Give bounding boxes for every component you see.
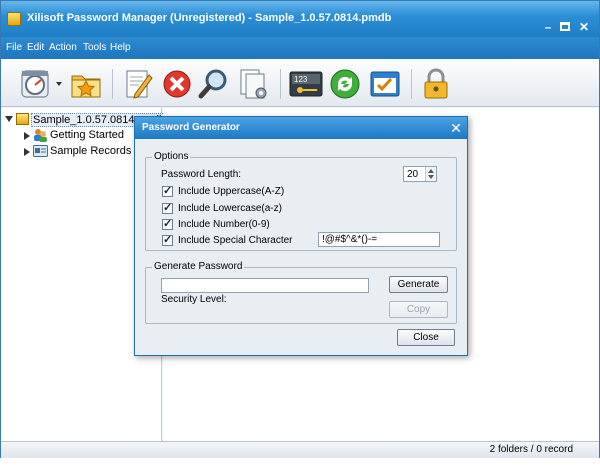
maximize-icon	[560, 22, 570, 31]
edit-icon	[126, 70, 153, 99]
options-button[interactable]	[368, 67, 402, 101]
special-checkbox[interactable]	[162, 233, 173, 246]
copy-button[interactable]: Copy	[389, 301, 448, 318]
number-label: Include Number(0-9)	[178, 219, 270, 230]
tree-item-label: Getting Started	[50, 129, 124, 141]
status-bar: 2 folders / 0 record	[1, 441, 599, 458]
users-icon	[34, 129, 47, 142]
password-generator-icon: 123	[289, 71, 323, 97]
status-text: 2 folders / 0 record	[489, 444, 573, 455]
menu-tools[interactable]: Tools	[83, 42, 106, 53]
maximize-button[interactable]	[558, 21, 572, 33]
tree-item-label: Sample Records	[50, 145, 132, 157]
security-level-label: Security Level:	[161, 294, 227, 305]
menu-action[interactable]: Action	[49, 42, 77, 53]
properties-button[interactable]	[237, 67, 271, 101]
search-button[interactable]	[197, 67, 231, 101]
lowercase-label: Include Lowercase(a-z)	[178, 203, 282, 214]
minimize-button[interactable]: –	[541, 21, 555, 33]
app-icon	[7, 12, 21, 26]
password-generator-dialog: Password Generator ✕ Options Password Le…	[134, 116, 468, 356]
special-characters-field[interactable]: !@#$^&*()-=	[318, 232, 440, 247]
lock-icon	[424, 68, 448, 99]
options-group: Options Password Length: 20 Include Uppe…	[145, 151, 457, 251]
stepper-arrows[interactable]	[425, 167, 436, 181]
card-icon	[33, 145, 48, 157]
close-button[interactable]: Close	[397, 329, 455, 346]
sync-icon	[330, 69, 360, 99]
open-database-icon	[21, 70, 49, 98]
stepper-up-icon[interactable]	[428, 169, 434, 173]
stepper-down-icon[interactable]	[428, 175, 434, 179]
password-generator-button[interactable]: 123	[288, 67, 324, 101]
options-legend: Options	[152, 151, 191, 162]
menu-help[interactable]: Help	[110, 42, 131, 53]
number-checkbox[interactable]	[162, 217, 173, 230]
special-label: Include Special Character	[178, 235, 293, 246]
expand-icon[interactable]	[24, 148, 30, 156]
database-icon	[16, 113, 29, 125]
uppercase-checkbox[interactable]	[162, 184, 173, 197]
generated-password-field[interactable]	[161, 278, 369, 293]
dialog-title-bar[interactable]: Password Generator ✕	[135, 117, 467, 139]
favorites-icon	[71, 75, 101, 98]
password-length-stepper[interactable]: 20	[403, 166, 437, 182]
window-title: Xilisoft Password Manager (Unregistered)…	[27, 12, 392, 24]
toolbar-separator	[411, 69, 412, 99]
options-icon	[370, 71, 400, 97]
sync-button[interactable]	[328, 67, 362, 101]
search-icon	[198, 69, 227, 99]
properties-icon	[240, 69, 267, 99]
dialog-close-icon[interactable]: ✕	[448, 120, 464, 136]
title-bar[interactable]: Xilisoft Password Manager (Unregistered)…	[1, 1, 599, 37]
delete-icon	[163, 70, 191, 98]
generate-button[interactable]: Generate	[389, 276, 448, 293]
menu-file[interactable]: File	[6, 42, 22, 53]
svg-text:123: 123	[294, 75, 308, 84]
password-length-label: Password Length:	[161, 169, 242, 180]
collapse-icon[interactable]	[5, 116, 13, 122]
delete-button[interactable]	[160, 67, 194, 101]
open-database-button[interactable]	[19, 67, 53, 101]
lock-button[interactable]	[419, 67, 453, 101]
menu-edit[interactable]: Edit	[27, 42, 44, 53]
password-length-value: 20	[407, 169, 419, 180]
expand-icon[interactable]	[24, 132, 30, 140]
chevron-down-icon	[56, 82, 62, 86]
close-window-button[interactable]: ✕	[577, 21, 591, 33]
menu-bar: File Edit Action Tools Help	[1, 37, 599, 59]
generate-password-legend: Generate Password	[152, 261, 245, 272]
dialog-title: Password Generator	[142, 122, 240, 133]
edit-button[interactable]	[121, 67, 155, 101]
open-dropdown-button[interactable]	[54, 67, 64, 101]
uppercase-label: Include Uppercase(A-Z)	[178, 186, 285, 197]
toolbar: 123	[1, 59, 599, 107]
lowercase-checkbox[interactable]	[162, 201, 173, 214]
favorites-button[interactable]	[69, 67, 103, 101]
toolbar-separator	[112, 69, 113, 99]
toolbar-separator	[280, 69, 281, 99]
generate-password-group: Generate Password Generate Security Leve…	[145, 261, 457, 324]
